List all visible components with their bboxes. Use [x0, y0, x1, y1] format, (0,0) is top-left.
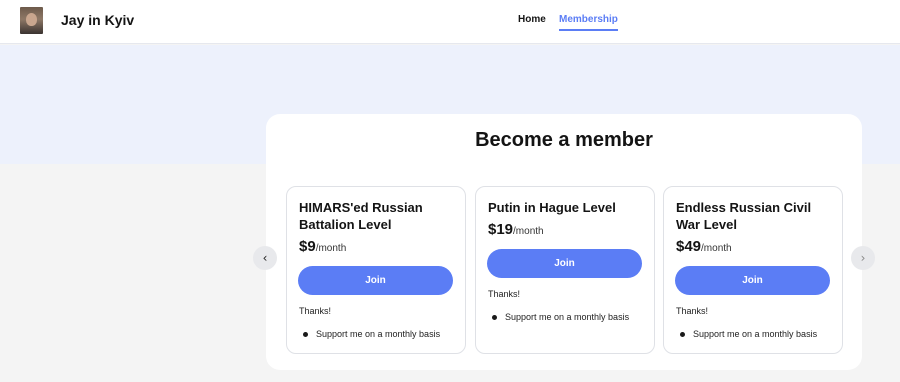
tier-card: Endless Russian Civil War Level $49/mont… — [663, 186, 843, 354]
join-button[interactable]: Join — [675, 266, 830, 295]
chevron-right-icon: › — [860, 251, 866, 265]
tier-description: Thanks! — [488, 289, 521, 299]
price-suffix: /month — [315, 243, 347, 254]
bullet-icon — [680, 331, 685, 337]
avatar-face — [26, 13, 37, 26]
benefit-text: Support me on a monthly basis — [693, 329, 818, 339]
page-title: Become a member — [475, 129, 653, 151]
site-header: Jay in Kyiv Home Membership — [0, 0, 900, 44]
chevron-left-icon: ‹ — [262, 251, 268, 265]
tier-name: HIMARS'ed Russian Battalion Level — [299, 200, 423, 232]
tier-card: HIMARS'ed Russian Battalion Level $9/mon… — [286, 186, 466, 354]
tier-name: Endless Russian Civil War Level — [676, 200, 812, 232]
carousel-next-button[interactable]: › — [851, 246, 875, 270]
tier-name: Putin in Hague Level — [488, 200, 616, 215]
benefit-text: Support me on a monthly basis — [316, 329, 441, 339]
join-button[interactable]: Join — [487, 249, 642, 278]
tier-price: $49/month — [676, 238, 732, 255]
benefit-item: Support me on a monthly basis — [303, 329, 440, 339]
membership-panel: Become a member HIMARS'ed Russian Battal… — [266, 114, 862, 370]
price-amount: $49 — [676, 238, 702, 255]
price-amount: $9 — [299, 238, 316, 255]
benefit-text: Support me on a monthly basis — [505, 312, 630, 322]
price-suffix: /month — [701, 243, 732, 254]
benefit-item: Support me on a monthly basis — [492, 312, 629, 322]
bullet-icon — [303, 331, 308, 337]
price-suffix: /month — [513, 226, 544, 237]
tier-card: Putin in Hague Level $19/month Join Than… — [475, 186, 655, 354]
join-button[interactable]: Join — [298, 266, 453, 295]
tier-price: $9/month — [299, 238, 346, 255]
site-title[interactable]: Jay in Kyiv — [61, 12, 134, 28]
bullet-icon — [492, 314, 497, 320]
price-amount: $19 — [488, 221, 514, 238]
nav-membership-link[interactable]: Membership — [559, 14, 618, 31]
tier-description: Thanks! — [299, 306, 332, 316]
nav-home-link[interactable]: Home — [518, 14, 546, 25]
avatar[interactable] — [20, 7, 43, 34]
carousel-prev-button[interactable]: ‹ — [253, 246, 277, 270]
tier-price: $19/month — [488, 221, 544, 238]
tier-description: Thanks! — [676, 306, 709, 316]
benefit-item: Support me on a monthly basis — [680, 329, 817, 339]
